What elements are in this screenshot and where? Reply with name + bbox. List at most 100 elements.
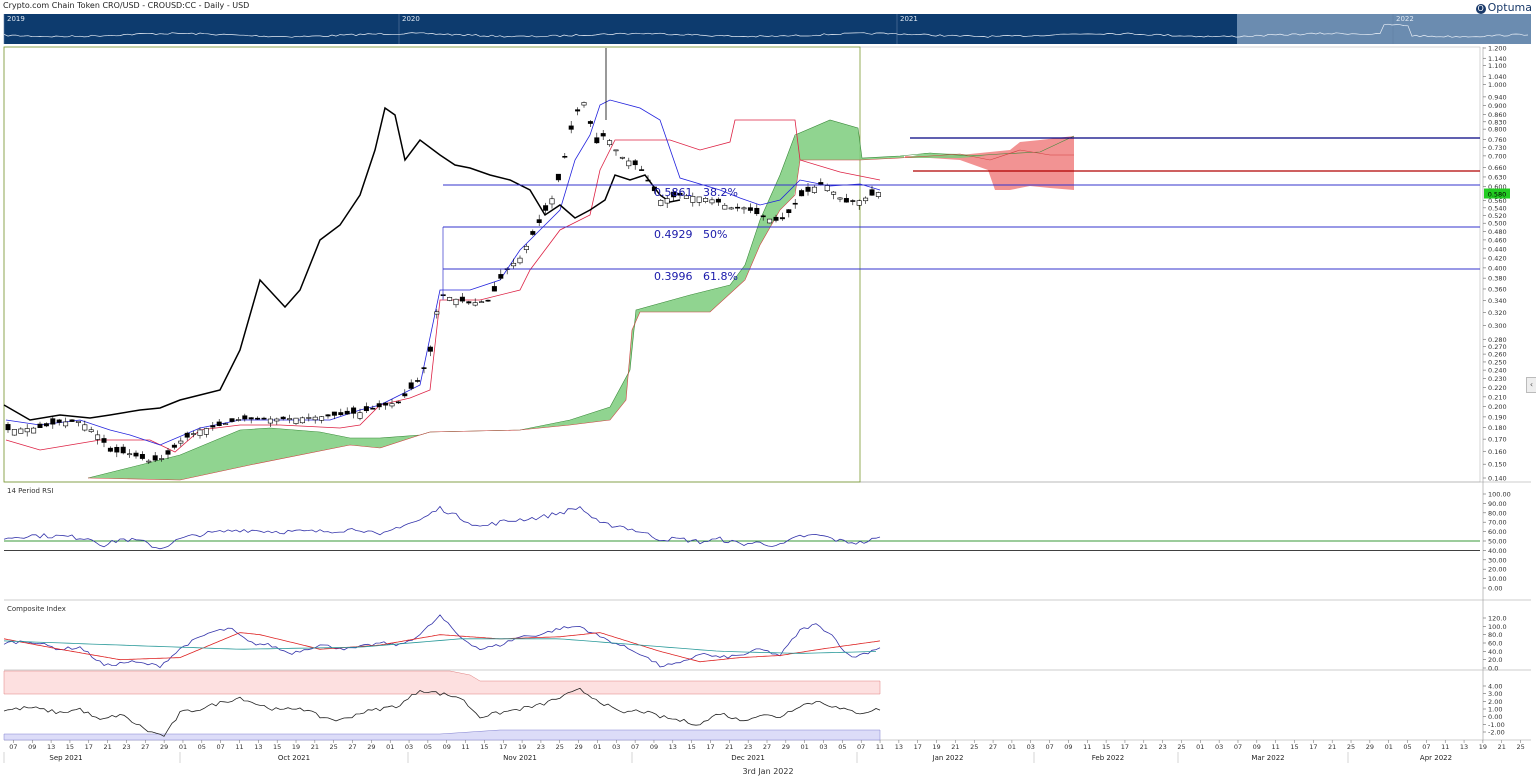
- price-candle: [191, 433, 197, 435]
- price-candle: [568, 125, 574, 130]
- optex-axis-label: -2.00: [1488, 729, 1505, 737]
- x-axis-day-label: 15: [480, 743, 488, 751]
- price-candle: [434, 311, 440, 315]
- x-axis-day-label: 15: [688, 743, 696, 751]
- senkou-span-b: [87, 149, 1074, 481]
- price-candle: [146, 460, 152, 463]
- price-candle: [261, 417, 267, 420]
- price-candle: [856, 200, 862, 206]
- x-axis-day-label: 17: [1121, 743, 1129, 751]
- price-candle: [709, 199, 715, 204]
- x-axis-day-label: 11: [461, 743, 469, 751]
- fib-value-label: 0.3996: [654, 270, 693, 283]
- price-candle: [299, 417, 305, 424]
- x-axis-day-label: 09: [650, 743, 658, 751]
- price-axis-label: 0.250: [1488, 358, 1507, 366]
- x-axis-month-label: Oct 2021: [278, 754, 310, 762]
- price-candle: [287, 418, 293, 421]
- x-axis-month-label: Dec 2021: [731, 754, 765, 762]
- x-axis-day-label: 07: [631, 743, 639, 751]
- x-axis-day-label: 05: [1403, 743, 1411, 751]
- price-candle: [255, 417, 261, 420]
- price-candle: [197, 429, 203, 436]
- x-axis-day-label: 05: [198, 743, 206, 751]
- x-axis-day-label: 01: [386, 743, 394, 751]
- price-candle: [831, 191, 837, 195]
- x-axis-day-label: 01: [1008, 743, 1016, 751]
- rsi-axis-label: 30.00: [1488, 556, 1507, 564]
- composite-axis-label: 40.0: [1488, 648, 1502, 656]
- x-axis-day-label: 09: [443, 743, 451, 751]
- composite-axis-label: 80.0: [1488, 631, 1502, 639]
- price-candle: [792, 202, 798, 205]
- x-axis-day-label: 15: [273, 743, 281, 751]
- price-candle: [875, 192, 881, 197]
- price-axis-label: 0.150: [1488, 461, 1507, 469]
- price-candle: [139, 454, 145, 459]
- price-candle: [754, 207, 760, 215]
- x-axis-day-label: 21: [1140, 743, 1148, 751]
- x-axis-day-label: 21: [725, 743, 733, 751]
- price-axis-label: 0.500: [1488, 220, 1507, 228]
- price-candle: [696, 196, 702, 203]
- fib-percent-label: 61.8%: [703, 270, 738, 283]
- price-axis-label: 0.630: [1488, 173, 1507, 181]
- composite-axis-label: 120.0: [1488, 615, 1507, 623]
- price-candle: [69, 419, 75, 422]
- navigator-year-label: 2020: [402, 15, 420, 23]
- cursor-date-label: 3rd Jan 2022: [742, 767, 793, 776]
- price-candle: [293, 417, 299, 424]
- price-candle: [581, 102, 587, 106]
- price-candle: [536, 219, 542, 223]
- price-candle: [511, 262, 517, 267]
- x-axis-day-label: 21: [103, 743, 111, 751]
- x-axis-day-label: 23: [1158, 743, 1166, 751]
- chart-canvas[interactable]: 2019 2020 2021 20221.2001.1401.1001.0401.00…: [0, 0, 1536, 783]
- x-axis-day-label: 17: [706, 743, 714, 751]
- price-candle: [203, 428, 209, 435]
- price-candle: [319, 416, 325, 421]
- price-axis-label: 0.480: [1488, 228, 1507, 236]
- x-axis-day-label: 13: [47, 743, 55, 751]
- price-candle: [63, 421, 69, 427]
- price-axis-label: 0.760: [1488, 136, 1507, 144]
- price-candle: [210, 425, 216, 428]
- collapse-panel-button[interactable]: ‹: [1526, 377, 1536, 393]
- x-axis-day-label: 09: [1064, 743, 1072, 751]
- optex-lower-band: [3, 729, 881, 741]
- price-candle: [344, 410, 350, 415]
- price-candle: [837, 197, 843, 200]
- composite-slow-ma-line: [3, 638, 877, 654]
- x-axis-day-label: 07: [1045, 743, 1053, 751]
- x-axis-day-label: 29: [782, 743, 790, 751]
- chikou-span-line: [3, 106, 681, 421]
- price-axis-label: 0.520: [1488, 212, 1507, 220]
- fib-percent-label: 50%: [703, 228, 727, 241]
- x-axis-day-label: 29: [574, 743, 582, 751]
- x-axis-day-label: 07: [1422, 743, 1430, 751]
- price-axis-label: 0.730: [1488, 144, 1507, 152]
- last-price-label: 0.580: [1488, 191, 1507, 199]
- price-candle: [376, 403, 382, 408]
- x-axis-day-label: 15: [66, 743, 74, 751]
- price-candle: [715, 198, 721, 203]
- price-candle: [75, 420, 81, 423]
- x-axis-day-label: 15: [1290, 743, 1298, 751]
- price-candle: [722, 204, 728, 210]
- x-axis-day-label: 11: [1441, 743, 1449, 751]
- price-candle: [728, 207, 734, 210]
- x-axis-day-label: 03: [1215, 743, 1223, 751]
- price-candle: [543, 205, 549, 211]
- price-axis-label: 0.160: [1488, 448, 1507, 456]
- price-candle: [383, 402, 389, 406]
- senkou-span-a: [87, 119, 1075, 479]
- price-candle: [639, 169, 645, 171]
- x-axis-day-label: 07: [9, 743, 17, 751]
- price-candle: [607, 140, 613, 146]
- price-axis-label: 0.230: [1488, 375, 1507, 383]
- x-axis-day-label: 15: [1102, 743, 1110, 751]
- x-axis-day-label: 19: [292, 743, 300, 751]
- x-axis-day-label: 01: [1196, 743, 1204, 751]
- price-axis-label: 0.900: [1488, 102, 1507, 110]
- price-candle: [95, 434, 101, 440]
